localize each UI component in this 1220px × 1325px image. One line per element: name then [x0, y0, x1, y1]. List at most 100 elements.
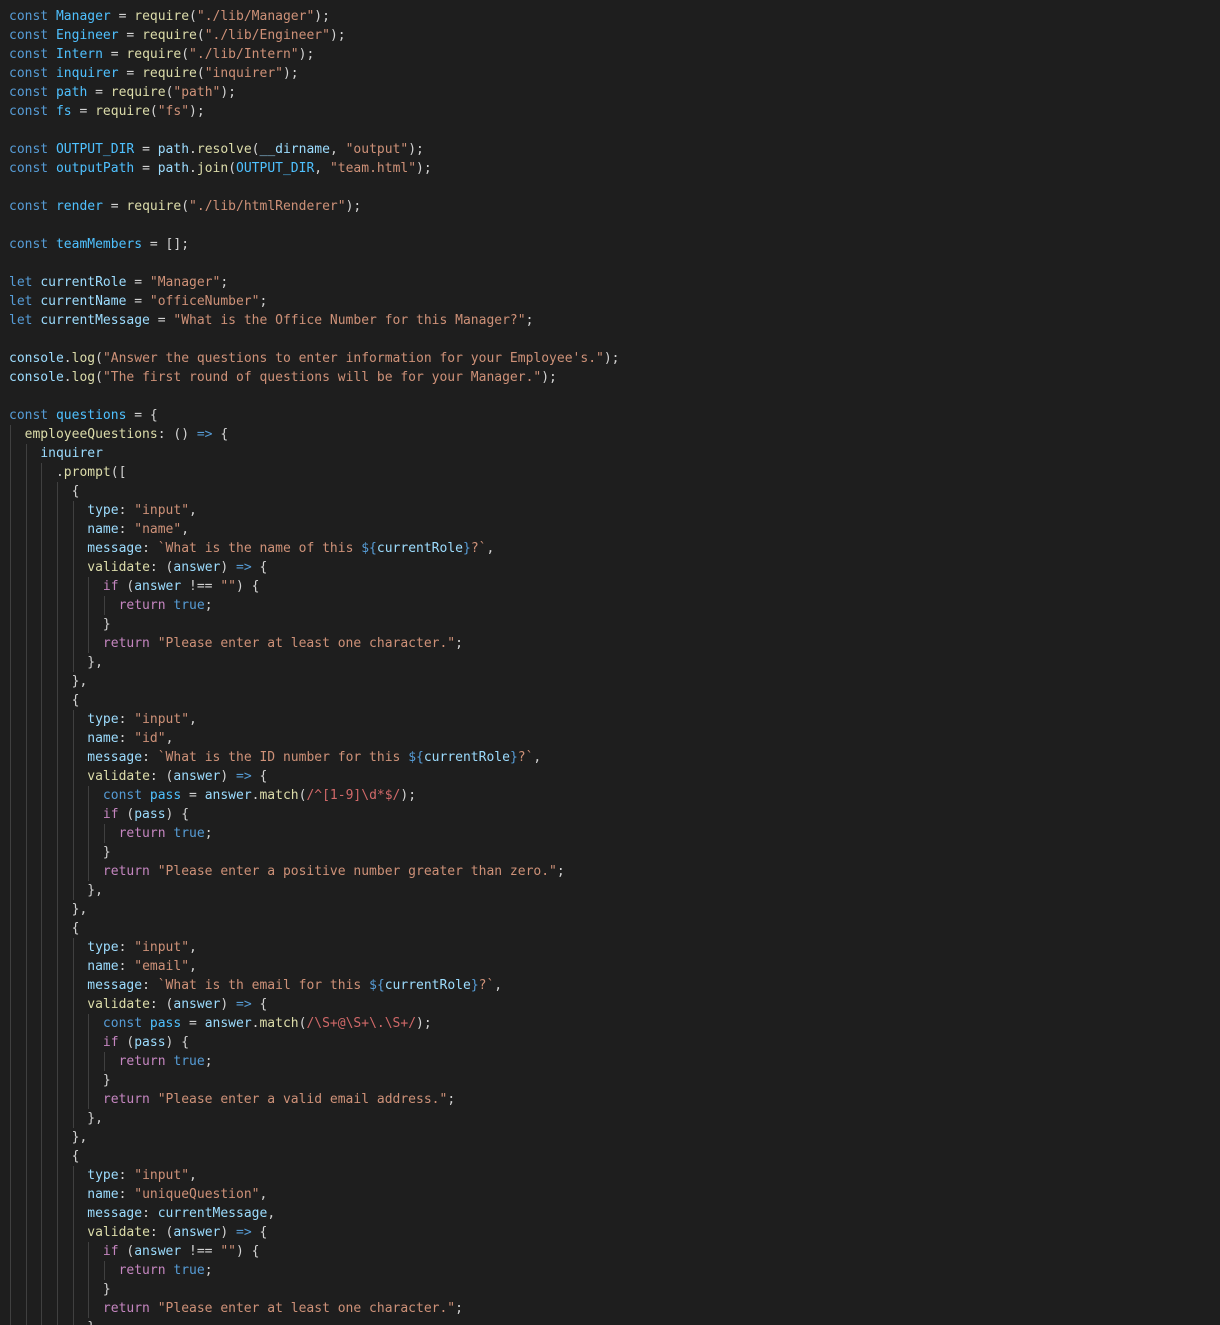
code-line[interactable] — [9, 178, 1220, 197]
code-line[interactable]: }, — [9, 653, 1220, 672]
code-line[interactable]: } — [9, 843, 1220, 862]
indent-guide — [10, 1318, 11, 1325]
code-token-plain: ; — [556, 864, 565, 879]
code-token-plain: ); — [416, 1016, 432, 1031]
code-line[interactable]: type: "input", — [9, 938, 1220, 957]
indent-guide — [25, 862, 27, 881]
code-line[interactable]: name: "id", — [9, 729, 1220, 748]
code-token-func: log — [71, 370, 96, 385]
code-line[interactable]: validate: (answer) => { — [9, 1223, 1220, 1242]
code-token-plain: ) — [220, 1225, 237, 1240]
code-line[interactable]: if (answer !== "") { — [9, 1242, 1220, 1261]
code-line[interactable]: return true; — [9, 596, 1220, 615]
code-line[interactable]: validate: (answer) => { — [9, 767, 1220, 786]
code-line[interactable]: if (pass) { — [9, 805, 1220, 824]
code-line[interactable]: name: "email", — [9, 957, 1220, 976]
code-line[interactable]: return "Please enter at least one charac… — [9, 1299, 1220, 1318]
code-line[interactable]: message: currentMessage, — [9, 1204, 1220, 1223]
code-line[interactable]: }, — [9, 1109, 1220, 1128]
code-line[interactable]: .prompt([ — [9, 463, 1220, 482]
code-line[interactable]: message: `What is th email for this ${cu… — [9, 976, 1220, 995]
code-line[interactable]: }, — [9, 672, 1220, 691]
code-line[interactable]: { — [9, 919, 1220, 938]
code-line[interactable]: const teamMembers = []; — [9, 235, 1220, 254]
code-line[interactable]: message: `What is the ID number for this… — [9, 748, 1220, 767]
code-token-var: pass — [134, 1035, 166, 1050]
code-line[interactable]: validate: (answer) => { — [9, 558, 1220, 577]
code-line[interactable]: return "Please enter at least one charac… — [9, 634, 1220, 653]
indent-guide — [25, 1014, 27, 1033]
code-line[interactable]: name: "uniqueQuestion", — [9, 1185, 1220, 1204]
code-line[interactable] — [9, 216, 1220, 235]
indent-guide — [25, 1052, 27, 1071]
code-line[interactable]: } — [9, 1071, 1220, 1090]
code-line[interactable]: }, — [9, 881, 1220, 900]
code-line[interactable]: let currentMessage = "What is the Office… — [9, 311, 1220, 330]
code-line[interactable]: type: "input", — [9, 1166, 1220, 1185]
indent-guide — [10, 767, 11, 786]
code-editor[interactable]: const Manager = require("./lib/Manager")… — [0, 0, 1220, 1325]
code-token-plain: ); — [345, 199, 362, 214]
code-token-plain: : ( — [149, 1225, 174, 1240]
code-line[interactable]: employeeQuestions: () => { — [9, 425, 1220, 444]
code-line[interactable]: return true; — [9, 1261, 1220, 1280]
code-line[interactable]: { — [9, 691, 1220, 710]
code-line[interactable]: console.log("Answer the questions to ent… — [9, 349, 1220, 368]
code-line[interactable]: const render = require("./lib/htmlRender… — [9, 197, 1220, 216]
code-line[interactable]: const OUTPUT_DIR = path.resolve(__dirnam… — [9, 140, 1220, 159]
indent-guide — [56, 634, 58, 653]
code-line[interactable]: const outputPath = path.join(OUTPUT_DIR,… — [9, 159, 1220, 178]
indent-guide — [72, 976, 74, 995]
code-line[interactable]: validate: (answer) => { — [9, 995, 1220, 1014]
indent-guide — [41, 558, 43, 577]
code-line[interactable]: type: "input", — [9, 710, 1220, 729]
code-line[interactable]: } — [9, 1280, 1220, 1299]
code-line[interactable]: message: `What is the name of this ${cur… — [9, 539, 1220, 558]
indent-guide — [41, 615, 43, 634]
code-token-plain: { — [251, 560, 268, 575]
code-token-var: path — [157, 161, 190, 176]
code-token-keyword: const — [9, 161, 49, 176]
code-line[interactable]: }, — [9, 1128, 1220, 1147]
code-line[interactable]: if (pass) { — [9, 1033, 1220, 1052]
code-line[interactable]: const inquirer = require("inquirer"); — [9, 64, 1220, 83]
code-line[interactable]: }, — [9, 900, 1220, 919]
code-token-control: return — [102, 636, 150, 651]
code-line[interactable] — [9, 254, 1220, 273]
code-line[interactable]: const fs = require("fs"); — [9, 102, 1220, 121]
code-token-plain: ( — [189, 9, 197, 24]
code-line[interactable]: const questions = { — [9, 406, 1220, 425]
code-line[interactable]: const pass = answer.match(/^[1-9]\d*$/); — [9, 786, 1220, 805]
code-line[interactable]: name: "name", — [9, 520, 1220, 539]
code-token-plain: = — [110, 9, 135, 24]
code-line[interactable]: if (answer !== "") { — [9, 577, 1220, 596]
code-line[interactable] — [9, 330, 1220, 349]
code-line[interactable]: } — [9, 615, 1220, 634]
code-line[interactable]: let currentRole = "Manager"; — [9, 273, 1220, 292]
code-line[interactable]: return true; — [9, 1052, 1220, 1071]
code-line[interactable]: return "Please enter a valid email addre… — [9, 1090, 1220, 1109]
code-line[interactable]: const Intern = require("./lib/Intern"); — [9, 45, 1220, 64]
code-token-string: ?` — [517, 750, 534, 765]
code-token-plain: ( — [181, 199, 190, 214]
code-line[interactable]: { — [9, 1147, 1220, 1166]
code-token-const: Intern — [55, 47, 103, 62]
code-line[interactable]: type: "input", — [9, 501, 1220, 520]
code-lines[interactable]: const Manager = require("./lib/Manager")… — [9, 7, 1220, 1325]
indent-guide — [72, 539, 74, 558]
code-line[interactable] — [9, 121, 1220, 140]
code-line[interactable]: }, — [9, 1318, 1220, 1325]
indent-guide — [56, 767, 58, 786]
code-line[interactable] — [9, 387, 1220, 406]
code-line[interactable]: inquirer — [9, 444, 1220, 463]
code-line[interactable]: return true; — [9, 824, 1220, 843]
code-line[interactable]: let currentName = "officeNumber"; — [9, 292, 1220, 311]
code-line[interactable]: const Manager = require("./lib/Manager")… — [9, 7, 1220, 26]
code-line[interactable]: const path = require("path"); — [9, 83, 1220, 102]
code-line[interactable]: console.log("The first round of question… — [9, 368, 1220, 387]
code-line[interactable]: return "Please enter a positive number g… — [9, 862, 1220, 881]
code-line[interactable]: const pass = answer.match(/\S+@\S+\.\S+/… — [9, 1014, 1220, 1033]
code-line[interactable]: { — [9, 482, 1220, 501]
code-line[interactable]: const Engineer = require("./lib/Engineer… — [9, 26, 1220, 45]
